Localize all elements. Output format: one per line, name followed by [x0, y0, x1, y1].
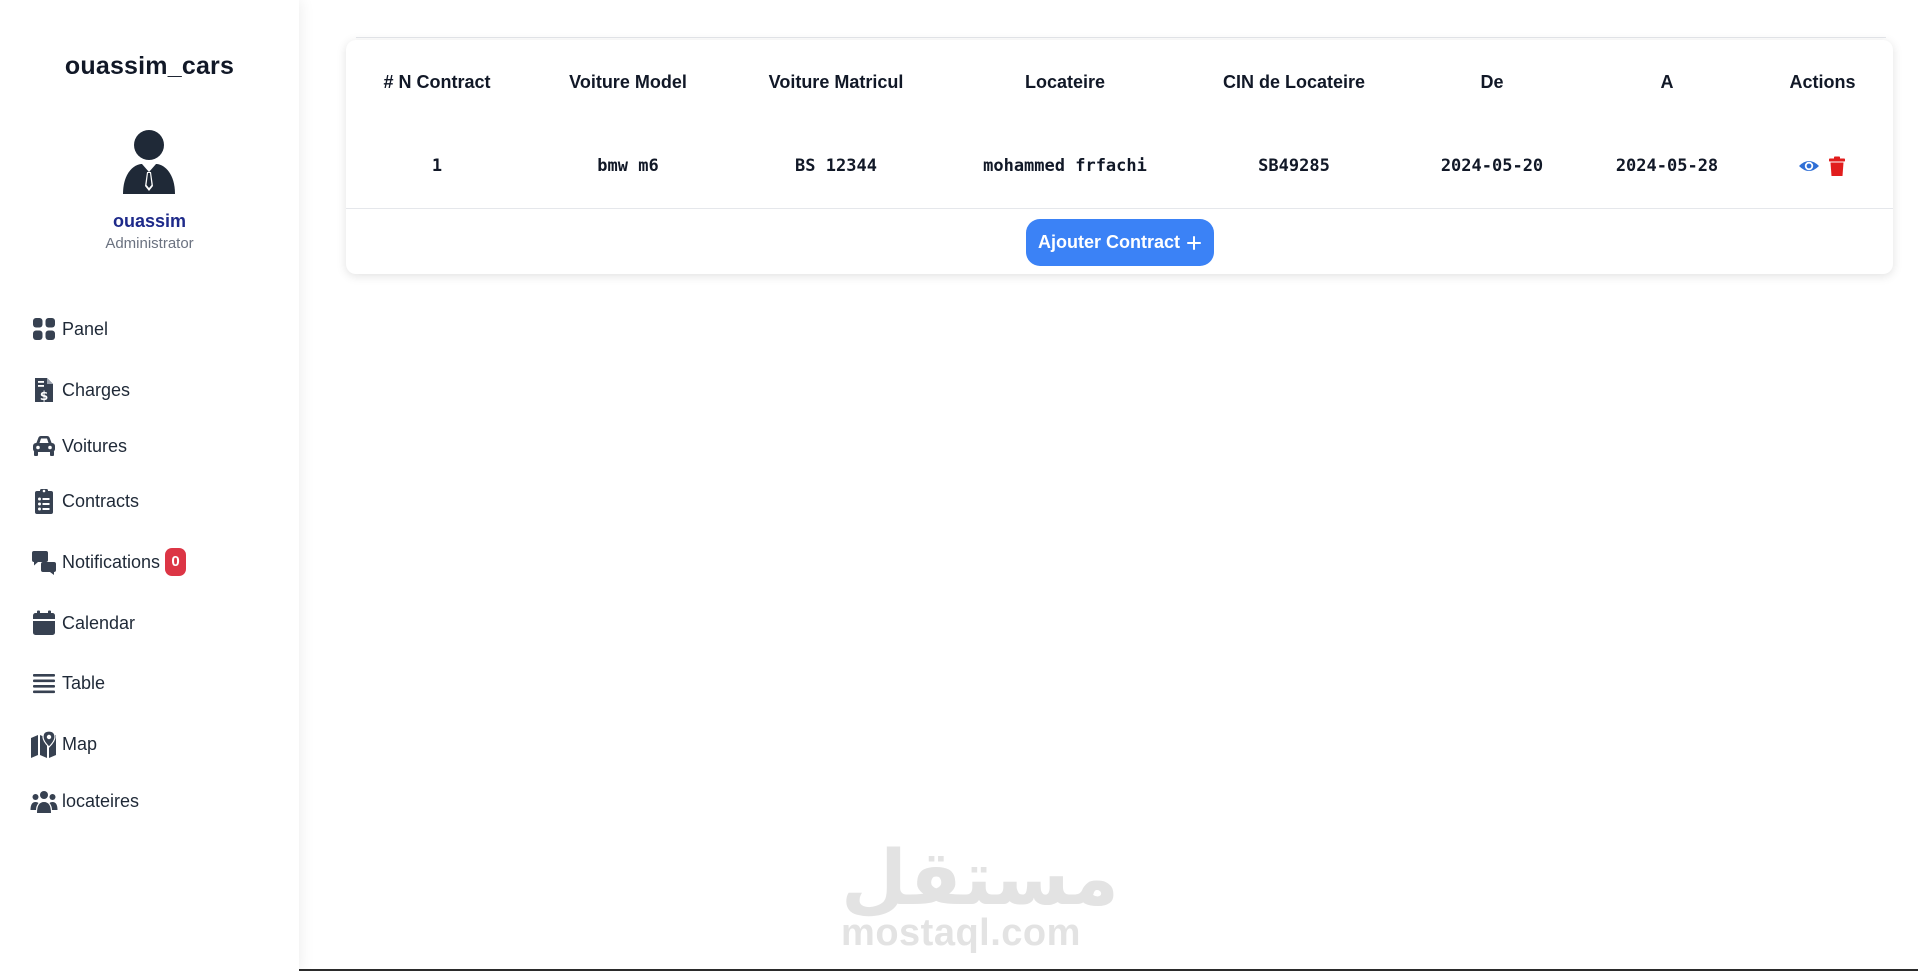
- svg-text:$: $: [40, 389, 48, 403]
- brand-title: ouassim_cars: [64, 52, 235, 80]
- sidebar-item-label: Calendar: [62, 612, 136, 633]
- contracts-card: # N Contract Voiture Model Voiture Matri…: [346, 40, 1893, 274]
- plus-icon: [1186, 235, 1202, 251]
- sidebar-item-voitures[interactable]: Voitures: [30, 429, 127, 463]
- sidebar-item-label: Contracts: [62, 490, 140, 511]
- sidebar-item-label: locateires: [62, 790, 140, 811]
- user-role: Administrator: [105, 235, 194, 252]
- sidebar-item-label: Charges: [62, 379, 131, 400]
- sidebar-item-notifications[interactable]: Notifications 0: [30, 545, 187, 579]
- user-name: ouassim: [112, 211, 187, 231]
- sidebar-item-label: Table: [62, 672, 106, 693]
- notification-count-badge: 0: [165, 548, 187, 576]
- sidebar-item-calendar[interactable]: Calendar: [30, 606, 135, 640]
- column-header-voiture-matricul: Voiture Matricul: [768, 71, 904, 92]
- cell-a: 2024-05-28: [1582, 124, 1752, 209]
- column-header-contract-number: # N Contract: [383, 71, 491, 92]
- sidebar-item-contracts[interactable]: Contracts: [30, 484, 139, 518]
- sidebar-item-panel[interactable]: Panel: [30, 312, 108, 346]
- add-contract-button[interactable]: Ajouter Contract: [1026, 219, 1214, 266]
- column-header-cin: CIN de Locateire: [1222, 71, 1366, 92]
- add-contract-label: Ajouter Contract: [1037, 232, 1180, 252]
- column-header-actions: Actions: [1789, 71, 1856, 92]
- cell-contract-number: 1: [346, 124, 528, 209]
- watermark-arabic: مستقل: [841, 833, 1119, 922]
- cell-actions: [1752, 124, 1893, 209]
- header-divider: [356, 37, 1886, 38]
- sidebar-item-label: Panel: [62, 318, 109, 339]
- view-contract-eye-icon[interactable]: [1798, 155, 1820, 177]
- sidebar-item-charges[interactable]: $ Charges: [30, 373, 130, 407]
- cell-locateire: mohammed frfachi: [944, 124, 1186, 209]
- sidebar-item-label: Voitures: [62, 435, 128, 456]
- column-header-locateire: Locateire: [1024, 71, 1106, 92]
- cell-de: 2024-05-20: [1402, 124, 1582, 209]
- cell-voiture-model: bmw m6: [528, 124, 728, 209]
- sidebar-item-table[interactable]: Table: [30, 666, 105, 700]
- sidebar: ouassim_cars ouassim Administrator Panel…: [0, 0, 299, 971]
- list-lines-icon: [30, 669, 58, 697]
- sidebar-item-locateires[interactable]: locateires: [30, 784, 139, 818]
- column-header-de: De: [1480, 71, 1504, 92]
- cell-cin: SB49285: [1186, 124, 1402, 209]
- invoice-dollar-icon: $: [30, 376, 58, 404]
- cell-voiture-matricul: BS 12344: [728, 124, 944, 209]
- sidebar-item-label: Notifications: [62, 551, 161, 572]
- users-icon: [30, 787, 58, 815]
- grid-icon: [30, 315, 58, 343]
- sidebar-item-label: Map: [62, 733, 98, 754]
- contracts-table: # N Contract Voiture Model Voiture Matri…: [346, 40, 1893, 209]
- user-avatar-icon: [121, 130, 177, 194]
- watermark-latin: mostaql.com: [841, 912, 1081, 954]
- sidebar-item-map[interactable]: Map: [30, 727, 97, 761]
- calendar-icon: [30, 609, 58, 637]
- car-icon: [30, 432, 58, 460]
- table-row: 1 bmw m6 BS 12344 mohammed frfachi SB492…: [346, 124, 1893, 209]
- comments-icon: [30, 548, 58, 576]
- delete-contract-trash-icon[interactable]: [1826, 155, 1848, 177]
- clipboard-list-icon: [30, 487, 58, 515]
- column-header-a: A: [1660, 71, 1674, 92]
- map-location-icon: [30, 730, 58, 758]
- table-header-row: # N Contract Voiture Model Voiture Matri…: [346, 40, 1893, 124]
- column-header-voiture-model: Voiture Model: [569, 71, 687, 92]
